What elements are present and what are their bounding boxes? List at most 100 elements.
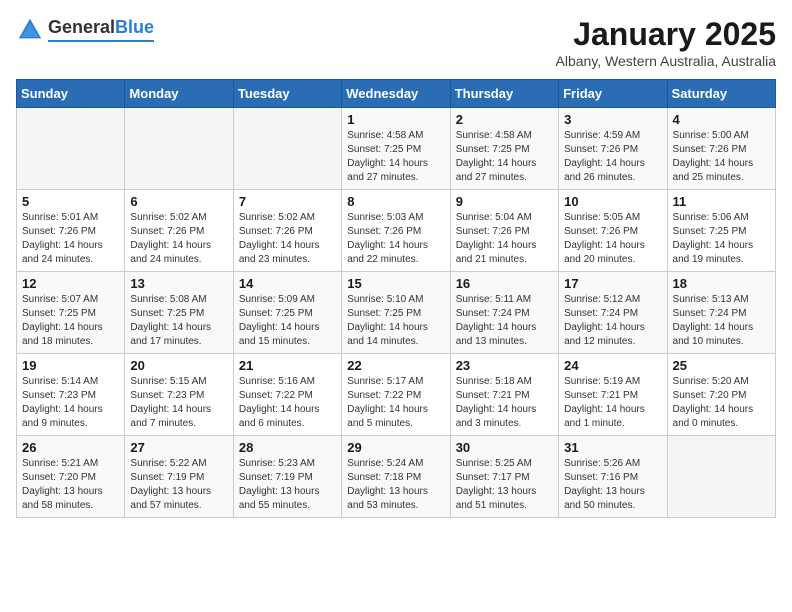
day-info: Sunrise: 5:04 AM Sunset: 7:26 PM Dayligh… <box>456 211 553 267</box>
day-info: Sunrise: 5:02 AM Sunset: 7:26 PM Dayligh… <box>130 211 227 267</box>
calendar-day-8: 8 Sunrise: 5:03 AM Sunset: 7:26 PM Daylig… <box>342 190 450 272</box>
day-number: 8 <box>347 194 444 209</box>
day-info: Sunrise: 4:58 AM Sunset: 7:25 PM Dayligh… <box>347 129 444 185</box>
day-number: 20 <box>130 358 227 373</box>
day-number: 10 <box>564 194 661 209</box>
day-info: Sunrise: 5:01 AM Sunset: 7:26 PM Dayligh… <box>22 211 119 267</box>
weekday-header-monday: Monday <box>125 80 233 108</box>
calendar-day-6: 6 Sunrise: 5:02 AM Sunset: 7:26 PM Daylig… <box>125 190 233 272</box>
logo-blue: Blue <box>115 17 154 37</box>
day-number: 5 <box>22 194 119 209</box>
day-number: 3 <box>564 112 661 127</box>
calendar-week-row: 26Sunrise: 5:21 AM Sunset: 7:20 PM Dayli… <box>17 436 776 518</box>
calendar-day-5: 5 Sunrise: 5:01 AM Sunset: 7:26 PM Daylig… <box>17 190 125 272</box>
weekday-header-saturday: Saturday <box>667 80 775 108</box>
month-title: January 2025 <box>556 16 776 53</box>
day-number: 11 <box>673 194 770 209</box>
calendar-day-9: 9Sunrise: 5:04 AM Sunset: 7:26 PM Daylig… <box>450 190 558 272</box>
day-number: 28 <box>239 440 336 455</box>
calendar-empty-cell <box>233 108 341 190</box>
day-info: Sunrise: 5:11 AM Sunset: 7:24 PM Dayligh… <box>456 293 553 349</box>
day-number: 25 <box>673 358 770 373</box>
calendar-week-row: 1 Sunrise: 4:58 AM Sunset: 7:25 PM Daylig… <box>17 108 776 190</box>
calendar-day-14: 14 Sunrise: 5:09 AM Sunset: 7:25 PM Dayli… <box>233 272 341 354</box>
calendar-day-25: 25 Sunrise: 5:20 AM Sunset: 7:20 PM Dayli… <box>667 354 775 436</box>
day-info: Sunrise: 5:24 AM Sunset: 7:18 PM Dayligh… <box>347 457 444 513</box>
day-info: Sunrise: 5:06 AM Sunset: 7:25 PM Dayligh… <box>673 211 770 267</box>
day-info: Sunrise: 5:13 AM Sunset: 7:24 PM Dayligh… <box>673 293 770 349</box>
calendar-day-16: 16 Sunrise: 5:11 AM Sunset: 7:24 PM Dayli… <box>450 272 558 354</box>
calendar-day-17: 17Sunrise: 5:12 AM Sunset: 7:24 PM Dayli… <box>559 272 667 354</box>
day-info: Sunrise: 5:07 AM Sunset: 7:25 PM Dayligh… <box>22 293 119 349</box>
day-number: 27 <box>130 440 227 455</box>
calendar-day-19: 19 Sunrise: 5:14 AM Sunset: 7:23 PM Dayli… <box>17 354 125 436</box>
day-number: 6 <box>130 194 227 209</box>
calendar-day-29: 29 Sunrise: 5:24 AM Sunset: 7:18 PM Dayli… <box>342 436 450 518</box>
day-number: 18 <box>673 276 770 291</box>
day-number: 23 <box>456 358 553 373</box>
weekday-header-sunday: Sunday <box>17 80 125 108</box>
title-block: January 2025 Albany, Western Australia, … <box>556 16 776 69</box>
weekday-header-thursday: Thursday <box>450 80 558 108</box>
calendar-day-12: 12 Sunrise: 5:07 AM Sunset: 7:25 PM Dayli… <box>17 272 125 354</box>
day-number: 31 <box>564 440 661 455</box>
page-header: GeneralBlue January 2025 Albany, Western… <box>16 16 776 69</box>
calendar-table: SundayMondayTuesdayWednesdayThursdayFrid… <box>16 79 776 518</box>
day-info: Sunrise: 5:17 AM Sunset: 7:22 PM Dayligh… <box>347 375 444 431</box>
day-info: Sunrise: 5:05 AM Sunset: 7:26 PM Dayligh… <box>564 211 661 267</box>
day-number: 29 <box>347 440 444 455</box>
day-info: Sunrise: 5:10 AM Sunset: 7:25 PM Dayligh… <box>347 293 444 349</box>
calendar-day-21: 21Sunrise: 5:16 AM Sunset: 7:22 PM Dayli… <box>233 354 341 436</box>
calendar-empty-cell <box>667 436 775 518</box>
day-number: 12 <box>22 276 119 291</box>
day-info: Sunrise: 5:23 AM Sunset: 7:19 PM Dayligh… <box>239 457 336 513</box>
logo-icon <box>16 16 44 44</box>
day-info: Sunrise: 4:58 AM Sunset: 7:25 PM Dayligh… <box>456 129 553 185</box>
calendar-day-24: 24Sunrise: 5:19 AM Sunset: 7:21 PM Dayli… <box>559 354 667 436</box>
logo-text: GeneralBlue <box>48 18 154 42</box>
day-info: Sunrise: 5:15 AM Sunset: 7:23 PM Dayligh… <box>130 375 227 431</box>
day-info: Sunrise: 5:03 AM Sunset: 7:26 PM Dayligh… <box>347 211 444 267</box>
logo: GeneralBlue <box>16 16 154 44</box>
calendar-day-22: 22Sunrise: 5:17 AM Sunset: 7:22 PM Dayli… <box>342 354 450 436</box>
day-number: 24 <box>564 358 661 373</box>
calendar-empty-cell <box>125 108 233 190</box>
day-number: 30 <box>456 440 553 455</box>
calendar-day-20: 20 Sunrise: 5:15 AM Sunset: 7:23 PM Dayli… <box>125 354 233 436</box>
day-number: 26 <box>22 440 119 455</box>
day-number: 13 <box>130 276 227 291</box>
calendar-day-3: 3 Sunrise: 4:59 AM Sunset: 7:26 PM Daylig… <box>559 108 667 190</box>
calendar-week-row: 19 Sunrise: 5:14 AM Sunset: 7:23 PM Dayli… <box>17 354 776 436</box>
day-info: Sunrise: 5:09 AM Sunset: 7:25 PM Dayligh… <box>239 293 336 349</box>
day-number: 15 <box>347 276 444 291</box>
day-info: Sunrise: 5:00 AM Sunset: 7:26 PM Dayligh… <box>673 129 770 185</box>
calendar-day-31: 31Sunrise: 5:26 AM Sunset: 7:16 PM Dayli… <box>559 436 667 518</box>
day-number: 1 <box>347 112 444 127</box>
day-info: Sunrise: 5:20 AM Sunset: 7:20 PM Dayligh… <box>673 375 770 431</box>
day-number: 19 <box>22 358 119 373</box>
day-info: Sunrise: 5:22 AM Sunset: 7:19 PM Dayligh… <box>130 457 227 513</box>
day-number: 14 <box>239 276 336 291</box>
calendar-day-15: 15 Sunrise: 5:10 AM Sunset: 7:25 PM Dayli… <box>342 272 450 354</box>
calendar-day-18: 18 Sunrise: 5:13 AM Sunset: 7:24 PM Dayli… <box>667 272 775 354</box>
day-info: Sunrise: 4:59 AM Sunset: 7:26 PM Dayligh… <box>564 129 661 185</box>
calendar-day-23: 23 Sunrise: 5:18 AM Sunset: 7:21 PM Dayli… <box>450 354 558 436</box>
day-info: Sunrise: 5:16 AM Sunset: 7:22 PM Dayligh… <box>239 375 336 431</box>
calendar-day-1: 1 Sunrise: 4:58 AM Sunset: 7:25 PM Daylig… <box>342 108 450 190</box>
day-number: 4 <box>673 112 770 127</box>
day-info: Sunrise: 5:14 AM Sunset: 7:23 PM Dayligh… <box>22 375 119 431</box>
weekday-header-friday: Friday <box>559 80 667 108</box>
location: Albany, Western Australia, Australia <box>556 53 776 69</box>
day-number: 16 <box>456 276 553 291</box>
calendar-day-28: 28 Sunrise: 5:23 AM Sunset: 7:19 PM Dayli… <box>233 436 341 518</box>
day-info: Sunrise: 5:18 AM Sunset: 7:21 PM Dayligh… <box>456 375 553 431</box>
calendar-day-11: 11 Sunrise: 5:06 AM Sunset: 7:25 PM Dayli… <box>667 190 775 272</box>
calendar-day-27: 27 Sunrise: 5:22 AM Sunset: 7:19 PM Dayli… <box>125 436 233 518</box>
calendar-day-4: 4 Sunrise: 5:00 AM Sunset: 7:26 PM Daylig… <box>667 108 775 190</box>
day-info: Sunrise: 5:25 AM Sunset: 7:17 PM Dayligh… <box>456 457 553 513</box>
calendar-week-row: 5 Sunrise: 5:01 AM Sunset: 7:26 PM Daylig… <box>17 190 776 272</box>
calendar-day-2: 2Sunrise: 4:58 AM Sunset: 7:25 PM Daylig… <box>450 108 558 190</box>
day-number: 17 <box>564 276 661 291</box>
calendar-day-30: 30 Sunrise: 5:25 AM Sunset: 7:17 PM Dayli… <box>450 436 558 518</box>
day-number: 7 <box>239 194 336 209</box>
